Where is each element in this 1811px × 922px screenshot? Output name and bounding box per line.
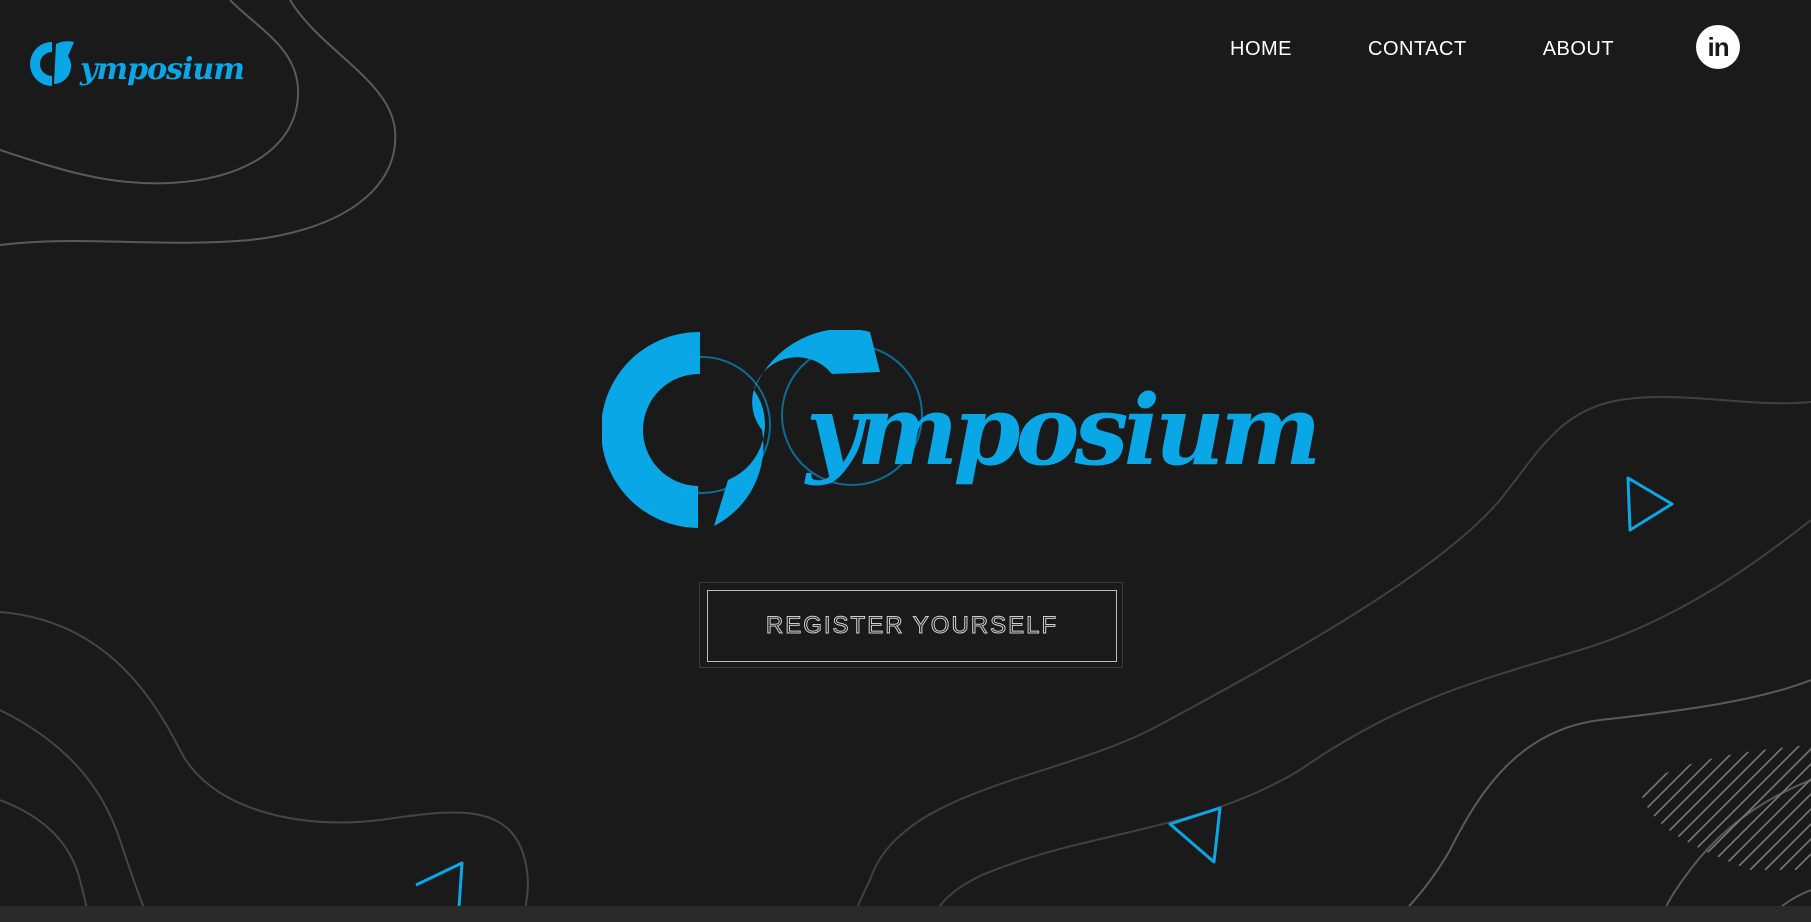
linkedin-icon-label: in: [1707, 32, 1730, 62]
cs-logo-mark-small: [30, 41, 74, 86]
triangle-shape-right: [1626, 476, 1674, 532]
register-button[interactable]: REGISTER YOURSELF: [707, 590, 1117, 662]
hero-logo-text: ymposium: [806, 374, 1321, 487]
hero-logo: ymposium: [602, 330, 1321, 540]
brand-logo-small[interactable]: ymposium: [28, 36, 245, 98]
nav-about-link[interactable]: ABOUT: [1543, 37, 1614, 61]
bottom-scroll-bar: [0, 906, 1811, 922]
register-button-label: REGISTER YOURSELF: [765, 612, 1059, 640]
nav-contact-link[interactable]: CONTACT: [1368, 37, 1467, 61]
brand-logo-small-text: ymposium: [80, 52, 245, 87]
nav-home-link[interactable]: HOME: [1230, 37, 1292, 61]
hatch-pattern: [1640, 745, 1811, 870]
linkedin-icon[interactable]: in: [1696, 25, 1741, 69]
triangle-shape-bottom: [1168, 806, 1222, 864]
landing-page: ymposium HOME CONTACT ABOUT in ymposium …: [0, 0, 1811, 922]
main-nav: HOME CONTACT ABOUT in: [1230, 25, 1741, 69]
